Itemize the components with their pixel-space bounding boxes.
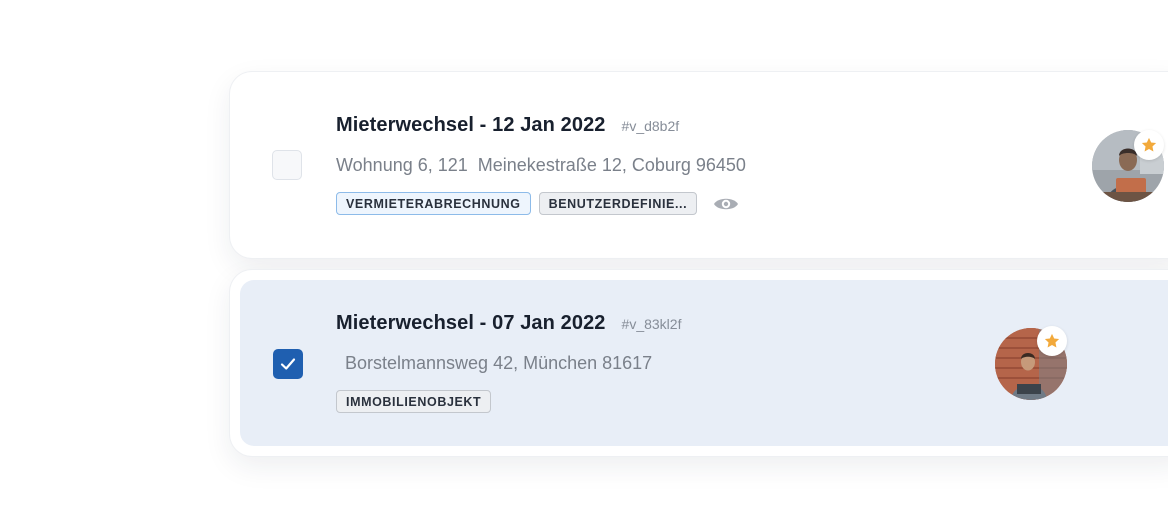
- tag-vermieterabrechnung[interactable]: VERMIETERABRECHNUNG: [336, 192, 531, 215]
- star-icon: [1044, 333, 1060, 348]
- item-title[interactable]: Mieterwechsel - 12 Jan 2022: [336, 114, 606, 137]
- item-header: Mieterwechsel - 07 Jan 2022 #v_83kl2f: [336, 312, 681, 335]
- favorite-badge: [1037, 326, 1067, 356]
- list-item[interactable]: Mieterwechsel - 12 Jan 2022 #v_d8b2f Woh…: [230, 72, 1168, 258]
- tag-immobilienobjekt[interactable]: IMMOBILIENOBJEKT: [336, 390, 492, 413]
- item-title[interactable]: Mieterwechsel - 07 Jan 2022: [336, 312, 606, 335]
- checkmark-icon: [280, 358, 296, 370]
- tag-list: IMMOBILIENOBJEKT: [336, 390, 492, 413]
- item-address: Wohnung 6, 121 Meinekestraße 12, Coburg …: [336, 155, 746, 175]
- tag-list: VERMIETERABRECHNUNG BENUTZERDEFINIE...: [336, 192, 739, 215]
- row-checkbox[interactable]: [273, 349, 303, 379]
- star-icon: [1141, 137, 1157, 152]
- item-id: #v_d8b2f: [621, 118, 680, 134]
- item-id: #v_83kl2f: [621, 316, 682, 332]
- list-item[interactable]: Mieterwechsel - 07 Jan 2022 #v_83kl2f Bo…: [230, 270, 1168, 456]
- item-address: Borstelmannsweg 42, München 81617: [345, 353, 653, 373]
- item-header: Mieterwechsel - 12 Jan 2022 #v_d8b2f: [336, 114, 679, 137]
- favorite-badge: [1134, 130, 1164, 160]
- row-checkbox[interactable]: [272, 150, 302, 180]
- tag-benutzerdefiniert[interactable]: BENUTZERDEFINIE...: [538, 192, 698, 215]
- eye-icon[interactable]: [713, 194, 739, 214]
